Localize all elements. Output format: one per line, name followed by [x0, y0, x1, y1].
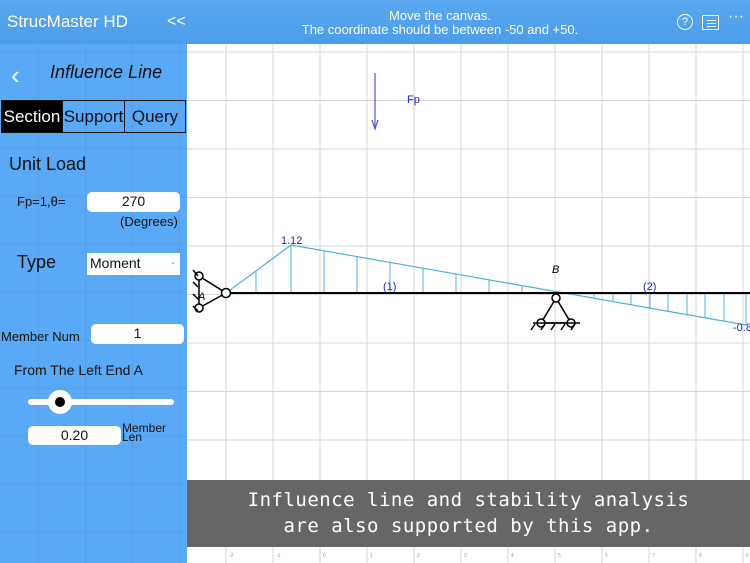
x-tick-label: 2: [417, 553, 420, 559]
peak-value-label: 1.12: [281, 235, 302, 247]
tab-support[interactable]: Support: [63, 101, 125, 132]
slider-handle[interactable]: [48, 390, 72, 414]
x-tick-label: 6: [605, 553, 608, 559]
x-tick-label: 1: [370, 553, 373, 559]
x-tick-label: 4: [511, 553, 514, 559]
x-tick-label: 9: [746, 553, 749, 559]
fp-label: Fp=1,θ=: [17, 194, 66, 209]
sidebar: ‹ Influence Line Section Support Query U…: [0, 44, 187, 563]
message-line-1: Move the canvas.: [389, 8, 491, 23]
panel-title: Influence Line: [50, 62, 163, 82]
x-tick-label: -2: [229, 553, 234, 559]
x-tick-label: 7: [652, 553, 655, 559]
x-tick-label: 3: [464, 553, 467, 559]
promo-banner: Influence line and stability analysis ar…: [187, 480, 750, 547]
x-tick-label: 0: [323, 553, 326, 559]
tab-section[interactable]: Section: [2, 101, 63, 132]
type-select[interactable]: Moment ⌄: [87, 253, 180, 275]
from-left-label: From The Left End A: [14, 362, 143, 378]
x-tick-label: 8: [699, 553, 702, 559]
app-title: StrucMaster HD: [7, 12, 128, 31]
banner-line-2: are also supported by this app.: [283, 515, 654, 537]
support-b-label: B: [552, 264, 559, 276]
question-circle-icon[interactable]: ?: [677, 14, 693, 30]
chevron-left-icon[interactable]: ‹: [11, 60, 20, 91]
tab-query[interactable]: Query: [125, 101, 185, 132]
more-button[interactable]: ···: [728, 8, 744, 26]
message-line-2: The coordinate should be between -50 and…: [301, 22, 579, 37]
angle-unit: (Degrees): [120, 214, 178, 229]
x-tick-label: -1: [276, 553, 281, 559]
type-label: Type: [17, 252, 57, 272]
angle-input[interactable]: 270: [87, 192, 180, 212]
member-2-label: (2): [643, 281, 656, 293]
load-label: Fp: [407, 94, 420, 106]
member-num-label: Member Num: [1, 329, 80, 344]
banner-line-1: Influence line and stability analysis: [247, 489, 690, 511]
list-icon[interactable]: [702, 15, 719, 30]
influence-line: [225, 244, 747, 326]
collapse-sidebar-button[interactable]: <<: [167, 13, 186, 31]
end-value-label: -0.8: [733, 322, 750, 334]
type-value: Moment: [90, 255, 141, 271]
support-a-label: A: [197, 291, 205, 303]
tab-bar: Section Support Query: [1, 100, 186, 133]
unit-load-heading: Unit Load: [9, 154, 87, 174]
x-tick-label: 5: [558, 553, 561, 559]
member-1-label: (1): [383, 281, 396, 293]
chevron-down-icon: ⌄: [170, 259, 176, 266]
position-input[interactable]: 0.20: [28, 426, 121, 445]
status-message: Move the canvas. The coordinate should be…: [250, 9, 630, 37]
member-len-label: Member Len: [122, 421, 167, 444]
top-bar: StrucMaster HD << Move the canvas. The co…: [0, 0, 750, 44]
member-num-input[interactable]: 1: [91, 324, 184, 344]
